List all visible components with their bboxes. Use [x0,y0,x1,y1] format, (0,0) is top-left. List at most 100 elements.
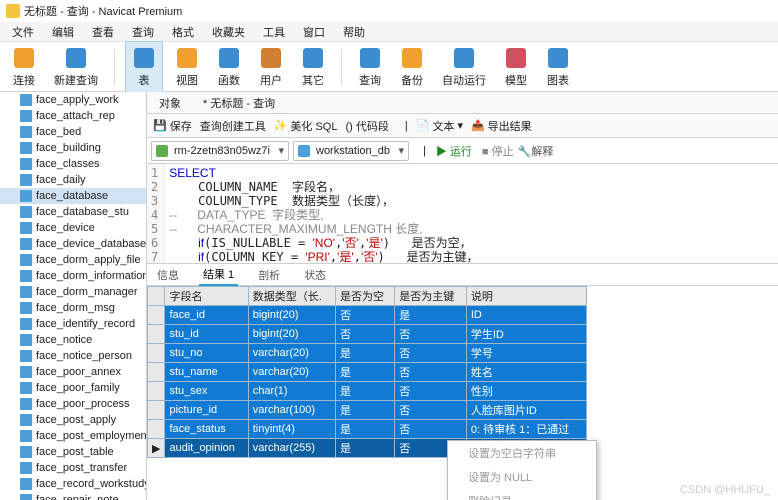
context-menu[interactable]: 设置为空白字符串设置为 NULL删除记录复制复制为粘贴显示 Insert 语句U… [447,440,597,500]
text-button[interactable]: 📄 文本 ▾ [416,118,463,134]
sidebar-item-face_post_employmen[interactable]: face_post_employmen [0,428,146,444]
grid-cell[interactable]: ID [466,306,586,325]
menu-item[interactable]: 工具 [255,22,293,42]
database-select[interactable]: workstation_db [293,141,409,161]
grid-cell[interactable]: picture_id [165,401,248,420]
sidebar-item-face_bed[interactable]: face_bed [0,124,146,140]
grid-cell[interactable]: 学号 [466,344,586,363]
sidebar-item-face_notice_person[interactable]: face_notice_person [0,348,146,364]
sidebar-item-face_dorm_information[interactable]: face_dorm_information [0,268,146,284]
sql-editor[interactable]: 123456789 SELECT COLUMN_NAME 字段名， COLUMN… [147,164,778,264]
sidebar-item-face_record_workstudy[interactable]: face_record_workstudy [0,476,146,492]
run-button[interactable]: ▶ 运行 [430,143,478,159]
grid-cell[interactable]: 是 [336,363,395,382]
grid-cell[interactable]: bigint(20) [248,306,335,325]
snippet-button[interactable]: () 代码段 [345,118,388,134]
toolbar-新建查询[interactable]: 新建查询 [48,42,104,92]
menu-item[interactable]: 编辑 [44,22,82,42]
menu-item[interactable]: 窗口 [295,22,333,42]
result-tab[interactable]: 状态 [300,265,330,285]
menu-item[interactable]: 查看 [84,22,122,42]
result-grid[interactable]: 字段名数据类型（长.是否为空是否为主键说明face_idbigint(20)否是… [147,286,778,458]
menu-item[interactable]: 帮助 [335,22,373,42]
sidebar-item-face_attach_rep[interactable]: face_attach_rep [0,108,146,124]
sidebar-item-face_identify_record[interactable]: face_identify_record [0,316,146,332]
result-tab[interactable]: 结果 1 [199,264,238,286]
grid-cell[interactable]: 人脸库图片ID [466,401,586,420]
save-button[interactable]: 💾 保存 [153,118,192,134]
toolbar-连接[interactable]: 连接 [6,42,42,92]
toolbar-其它[interactable]: 其它 [295,42,331,92]
result-tab[interactable]: 信息 [153,265,183,285]
grid-cell[interactable]: bigint(20) [248,325,335,344]
sidebar-item-face_post_transfer[interactable]: face_post_transfer [0,460,146,476]
beautify-button[interactable]: ✨美化 SQL [274,118,338,134]
sidebar-tables[interactable]: face_apply_workface_attach_repface_bedfa… [0,92,147,500]
grid-cell[interactable]: 否 [336,306,395,325]
grid-header[interactable]: 是否为空 [336,287,395,306]
grid-header[interactable]: 字段名 [165,287,248,306]
sidebar-item-face_database[interactable]: face_database [0,188,146,204]
menu-item[interactable]: 收藏夹 [204,22,253,42]
toolbar-图表[interactable]: 图表 [540,42,576,92]
grid-cell[interactable]: varchar(20) [248,363,335,382]
toolbar-查询[interactable]: 查询 [352,42,388,92]
grid-cell[interactable]: stu_name [165,363,248,382]
grid-cell[interactable]: 是 [336,439,395,458]
grid-cell[interactable]: 否 [395,344,467,363]
grid-cell[interactable]: 否 [395,325,467,344]
grid-cell[interactable]: 否 [395,363,467,382]
grid-cell[interactable]: 是 [395,306,467,325]
sidebar-item-face_classes[interactable]: face_classes [0,156,146,172]
explain-button[interactable]: 🔧解释 [518,143,554,159]
toolbar-用户[interactable]: 用户 [253,42,289,92]
grid-cell[interactable]: 否 [395,382,467,401]
grid-cell[interactable]: 是 [336,420,395,439]
menu-item[interactable]: 查询 [124,22,162,42]
grid-cell[interactable]: 是 [336,344,395,363]
grid-cell[interactable]: tinyint(4) [248,420,335,439]
objects-tab[interactable]: 对象 [153,93,187,113]
toolbar-备份[interactable]: 备份 [394,42,430,92]
sidebar-item-face_database_stu[interactable]: face_database_stu [0,204,146,220]
sidebar-item-face_post_apply[interactable]: face_post_apply [0,412,146,428]
stop-button[interactable]: ■ 停止 [482,143,514,159]
grid-cell[interactable]: varchar(20) [248,344,335,363]
sidebar-item-face_poor_process[interactable]: face_poor_process [0,396,146,412]
menu-item[interactable]: 格式 [164,22,202,42]
menu-item[interactable]: 文件 [4,22,42,42]
grid-cell[interactable]: char(1) [248,382,335,401]
sidebar-item-face_dorm_apply_file[interactable]: face_dorm_apply_file [0,252,146,268]
export-button[interactable]: 📤导出结果 [471,118,532,134]
sidebar-item-face_poor_family[interactable]: face_poor_family [0,380,146,396]
grid-cell[interactable]: 是 [336,401,395,420]
toolbar-自动运行[interactable]: 自动运行 [436,42,492,92]
sidebar-item-face_dorm_msg[interactable]: face_dorm_msg [0,300,146,316]
result-tab[interactable]: 剖析 [254,265,284,285]
sidebar-item-face_repair_note[interactable]: face_repair_note [0,492,146,500]
grid-header[interactable]: 是否为主键 [395,287,467,306]
toolbar-模型[interactable]: 模型 [498,42,534,92]
grid-cell[interactable]: 否 [336,325,395,344]
sidebar-item-face_poor_annex[interactable]: face_poor_annex [0,364,146,380]
grid-cell[interactable]: varchar(100) [248,401,335,420]
grid-cell[interactable]: 性别 [466,382,586,401]
grid-cell[interactable]: 0: 待审核 1：已通过 [466,420,586,439]
sidebar-item-face_building[interactable]: face_building [0,140,146,156]
grid-cell[interactable]: 否 [395,401,467,420]
grid-cell[interactable]: 是 [336,382,395,401]
sidebar-item-face_daily[interactable]: face_daily [0,172,146,188]
grid-cell[interactable]: 学生ID [466,325,586,344]
grid-header[interactable]: 说明 [466,287,586,306]
sidebar-item-face_notice[interactable]: face_notice [0,332,146,348]
toolbar-视图[interactable]: 视图 [169,42,205,92]
grid-header[interactable]: 数据类型（长. [248,287,335,306]
sidebar-item-face_apply_work[interactable]: face_apply_work [0,92,146,108]
toolbar-表[interactable]: 表 [125,41,163,93]
builder-button[interactable]: 查询创建工具 [200,118,266,134]
grid-cell[interactable]: stu_id [165,325,248,344]
grid-cell[interactable]: 否 [395,420,467,439]
grid-cell[interactable]: varchar(255) [248,439,335,458]
sidebar-item-face_post_table[interactable]: face_post_table [0,444,146,460]
sidebar-item-face_device_database[interactable]: face_device_database [0,236,146,252]
